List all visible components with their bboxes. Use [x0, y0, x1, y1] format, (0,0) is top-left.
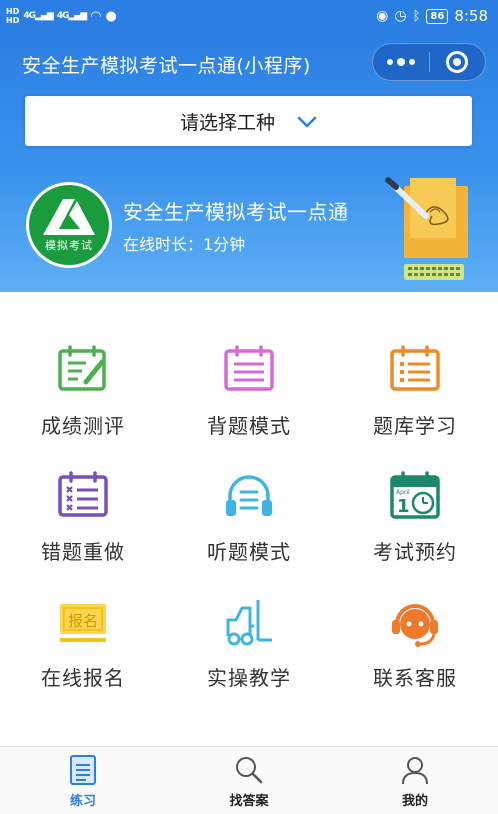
menu-item-exam-booking[interactable]: April 1 考试预约 — [332, 456, 498, 582]
more-dot-icon — [408, 59, 415, 65]
clock-time: 8:58 — [454, 7, 488, 25]
tab-label: 练习 — [69, 794, 96, 809]
app-logo: 模拟考试 — [26, 182, 112, 268]
menu-label: 成绩测评 — [41, 414, 125, 438]
battery-icon: 86 — [426, 8, 449, 24]
eye-icon: ◉ — [376, 8, 389, 24]
study-illustration-icon — [385, 177, 468, 280]
menu-label: 背题模式 — [207, 414, 291, 438]
miniprogram-capsule — [372, 43, 486, 81]
more-dot-icon — [386, 59, 393, 65]
more-dot-icon — [396, 58, 405, 66]
menu-item-practical-teaching[interactable]: 实操教学 — [166, 582, 332, 708]
selector-label: 请选择工种 — [179, 111, 275, 134]
tab-label: 找答案 — [229, 794, 269, 809]
menu-label: 考试预约 — [373, 540, 457, 564]
menu-item-wrong-redo[interactable]: 错题重做 — [0, 456, 166, 582]
memorize-list-icon — [222, 344, 276, 396]
signal-label-1: 4G — [23, 11, 36, 21]
search-icon — [236, 757, 263, 784]
signal-icon: 4G▂▄▆ — [23, 11, 53, 21]
wifi-icon: ◠ — [90, 8, 102, 24]
logo-text: 模拟考试 — [45, 239, 93, 252]
signal-label-2: 4G — [56, 11, 70, 21]
logo-mark-icon — [43, 199, 95, 235]
menu-item-online-signup[interactable]: 报名 在线报名 — [0, 582, 166, 708]
header: 安全生产模拟考试一点通(小程序) 请选择工种 模拟考试 安全生产模拟考试一点通 … — [0, 32, 498, 292]
menu-label: 实操教学 — [207, 666, 291, 690]
close-target-icon — [446, 51, 469, 73]
close-button[interactable] — [430, 44, 486, 80]
tab-practice[interactable]: 练习 — [0, 747, 166, 814]
menu-label: 在线报名 — [41, 666, 125, 690]
menu-label: 错题重做 — [41, 540, 125, 564]
menu-label: 联系客服 — [373, 666, 457, 690]
calendar-month-text: April — [396, 489, 410, 496]
screen: HD HD 4G▂▄▆ 4G▂▄▆ ◠ ● ◉ ◷ ᛒ 86 8:58 安全生产… — [0, 0, 498, 814]
hd-indicator: HD HD — [6, 7, 19, 25]
practice-icon — [70, 755, 96, 785]
menu-label: 题库学习 — [373, 414, 457, 438]
chevron-down-icon — [297, 116, 317, 128]
menu-item-listening-mode[interactable]: 听题模式 — [166, 456, 332, 582]
forklift-icon — [222, 596, 276, 648]
menu-label: 听题模式 — [207, 540, 291, 564]
svg-text:1: 1 — [397, 496, 410, 517]
user-icon — [402, 757, 428, 785]
headphones-icon — [222, 470, 276, 522]
menu-item-customer-service[interactable]: 联系客服 — [332, 582, 498, 708]
customer-service-icon — [388, 596, 442, 648]
page-title: 安全生产模拟考试一点通(小程序) — [22, 55, 311, 77]
menu-item-memorize-mode[interactable]: 背题模式 — [166, 330, 332, 456]
more-button[interactable] — [373, 44, 429, 80]
hd-label-1: HD — [6, 7, 20, 16]
question-bank-icon — [388, 344, 442, 396]
bluetooth-icon: ᛒ — [412, 8, 421, 24]
status-bar: HD HD 4G▂▄▆ 4G▂▄▆ ◠ ● ◉ ◷ ᛒ 86 8:58 — [0, 0, 498, 32]
tab-bar: 练习 找答案 我的 — [0, 746, 498, 814]
status-left: HD HD 4G▂▄▆ 4G▂▄▆ ◠ ● — [6, 7, 117, 25]
signal-icon-2: 4G▂▄▆ — [56, 11, 87, 21]
status-right: ◉ ◷ ᛒ 86 8:58 — [376, 7, 488, 25]
calendar-clock-icon: April 1 — [388, 470, 442, 522]
tab-find-answer[interactable]: 找答案 — [166, 747, 332, 814]
tab-mine[interactable]: 我的 — [332, 747, 498, 814]
wrong-redo-icon — [56, 470, 110, 522]
message-icon: ● — [105, 8, 117, 24]
online-duration: 在线时长：1分钟 — [123, 235, 246, 254]
app-name: 安全生产模拟考试一点通 — [123, 200, 349, 224]
menu-item-question-bank[interactable]: 题库学习 — [332, 330, 498, 456]
signup-icon-text: 报名 — [68, 612, 98, 630]
job-type-selector[interactable]: 请选择工种 — [25, 96, 472, 146]
alarm-icon: ◷ — [394, 8, 407, 24]
profile-card: 模拟考试 安全生产模拟考试一点通 在线时长：1分钟 — [26, 177, 472, 282]
signup-icon: 报名 — [56, 596, 110, 648]
menu-grid: 成绩测评 背题模式 题库学习 错题重做 听题模式 April 1 考试预约 报名… — [0, 330, 498, 708]
menu-item-score-evaluation[interactable]: 成绩测评 — [0, 330, 166, 456]
score-edit-icon — [56, 344, 110, 396]
logo-badge: 模拟考试 — [29, 185, 109, 265]
hd-label-2: HD — [6, 16, 20, 25]
tab-label: 我的 — [401, 794, 428, 809]
